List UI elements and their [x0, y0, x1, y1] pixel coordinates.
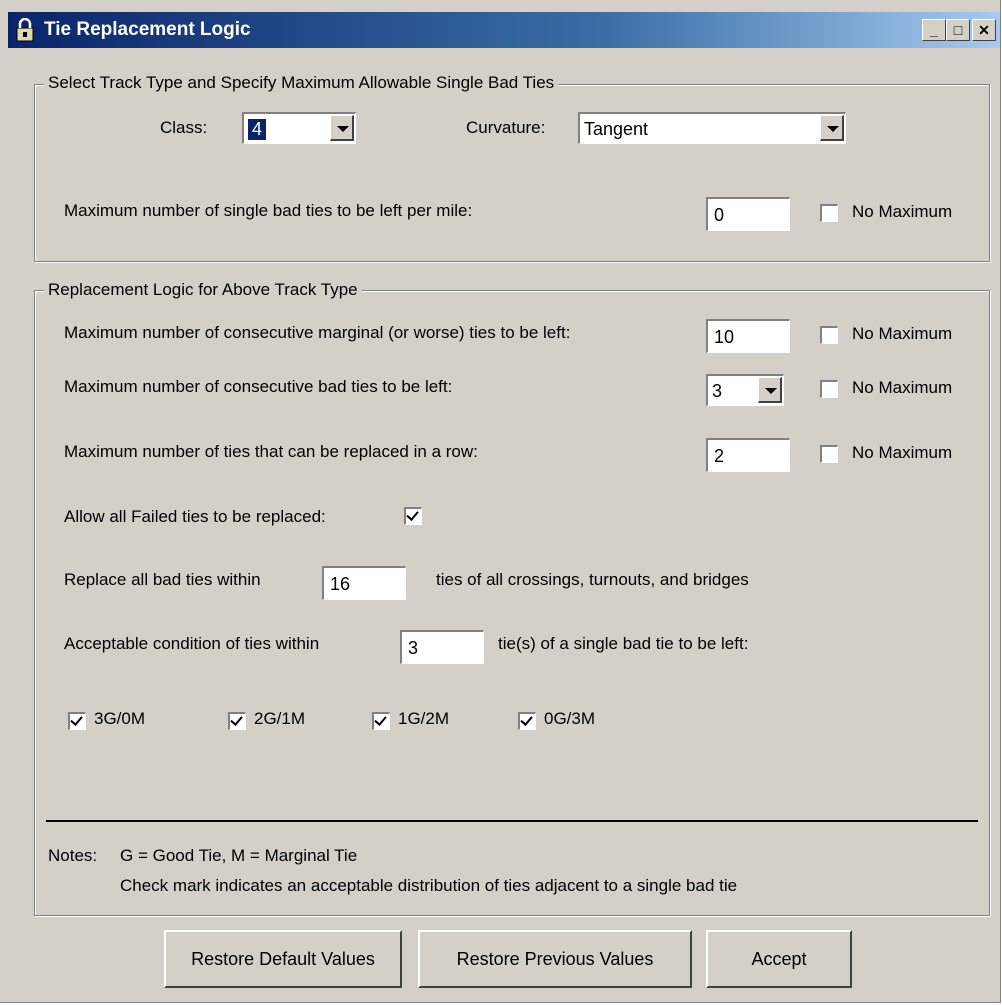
- chevron-down-icon[interactable]: [758, 377, 782, 403]
- allow-failed-label: Allow all Failed ties to be replaced:: [64, 507, 326, 526]
- max-consecutive-bad-label: Maximum number of consecutive bad ties t…: [64, 377, 453, 396]
- no-max-replaced-checkbox[interactable]: [820, 445, 838, 463]
- distribution-0g3m-label: 0G/3M: [544, 709, 596, 728]
- distribution-2g1m-checkbox[interactable]: [228, 712, 246, 730]
- notes-divider: [46, 820, 978, 822]
- class-label: Class:: [160, 118, 208, 137]
- minimize-button[interactable]: _: [922, 19, 946, 41]
- class-select-value: 4: [246, 118, 268, 141]
- max-consecutive-marginal-label: Maximum number of consecutive marginal (…: [64, 323, 571, 342]
- acceptable-condition-prefix: Acceptable condition of ties within: [64, 634, 320, 653]
- track-type-group-title: Select Track Type and Specify Maximum Al…: [44, 73, 559, 93]
- max-single-bad-input[interactable]: 0: [706, 197, 790, 231]
- restore-default-button[interactable]: Restore Default Values: [164, 930, 402, 988]
- max-replaced-in-row-input[interactable]: 2: [706, 438, 790, 472]
- max-consecutive-bad-select[interactable]: 3: [706, 374, 784, 406]
- replace-within-prefix: Replace all bad ties within: [64, 570, 261, 589]
- class-select[interactable]: 4: [242, 112, 356, 144]
- no-max-label: No Maximum: [852, 378, 953, 397]
- no-max-label: No Maximum: [852, 202, 953, 221]
- no-max-label: No Maximum: [852, 324, 953, 343]
- track-type-group: [34, 84, 990, 262]
- close-button[interactable]: ✕: [972, 19, 996, 41]
- lock-icon: [16, 18, 34, 42]
- distribution-0g3m-checkbox[interactable]: [518, 712, 536, 730]
- chevron-down-icon[interactable]: [820, 115, 844, 141]
- title-bar[interactable]: Tie Replacement Logic _ □ ✕: [8, 12, 1000, 48]
- curvature-select[interactable]: Tangent: [578, 112, 846, 144]
- no-max-single-checkbox[interactable]: [820, 204, 838, 222]
- replacement-logic-group-title: Replacement Logic for Above Track Type: [44, 280, 362, 300]
- tie-replacement-window: Tie Replacement Logic _ □ ✕ Select Track…: [0, 0, 1001, 1003]
- curvature-select-value: Tangent: [584, 119, 649, 139]
- acceptable-condition-input[interactable]: 3: [400, 630, 484, 664]
- no-max-marginal-checkbox[interactable]: [820, 326, 838, 344]
- distribution-1g2m-checkbox[interactable]: [372, 712, 390, 730]
- window-title: Tie Replacement Logic: [44, 19, 251, 40]
- max-consecutive-bad-value: 3: [712, 381, 723, 401]
- distribution-1g2m-label: 1G/2M: [398, 709, 450, 728]
- notes-label: Notes:: [48, 846, 98, 865]
- max-single-bad-label: Maximum number of single bad ties to be …: [64, 201, 473, 220]
- distribution-3g0m-label: 3G/0M: [94, 709, 146, 728]
- notes-line-1: G = Good Tie, M = Marginal Tie: [120, 846, 358, 865]
- max-consecutive-marginal-input[interactable]: 10: [706, 319, 790, 353]
- chevron-down-icon[interactable]: [330, 115, 354, 141]
- distribution-2g1m-label: 2G/1M: [254, 709, 306, 728]
- curvature-label: Curvature:: [466, 118, 546, 137]
- accept-button[interactable]: Accept: [706, 930, 852, 988]
- replace-within-input[interactable]: 16: [322, 566, 406, 600]
- notes-line-2: Check mark indicates an acceptable distr…: [120, 876, 738, 895]
- maximize-button[interactable]: □: [946, 19, 970, 41]
- no-max-label: No Maximum: [852, 443, 953, 462]
- distribution-3g0m-checkbox[interactable]: [68, 712, 86, 730]
- max-replaced-in-row-label: Maximum number of ties that can be repla…: [64, 442, 478, 461]
- replace-within-suffix: ties of all crossings, turnouts, and bri…: [436, 570, 749, 589]
- no-max-bad-checkbox[interactable]: [820, 380, 838, 398]
- allow-failed-checkbox[interactable]: [404, 507, 422, 525]
- acceptable-condition-suffix: tie(s) of a single bad tie to be left:: [498, 634, 749, 653]
- restore-previous-button[interactable]: Restore Previous Values: [418, 930, 692, 988]
